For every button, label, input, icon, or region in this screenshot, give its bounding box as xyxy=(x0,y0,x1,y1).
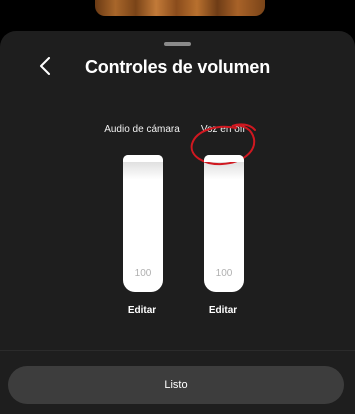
sheet-grabber-handle[interactable] xyxy=(164,42,191,46)
page-title: Controles de volumen xyxy=(84,57,271,77)
footer-divider xyxy=(0,350,355,351)
edit-voiceover-button[interactable]: Editar xyxy=(189,305,257,316)
channel-label: Voz en off xyxy=(200,124,246,135)
channel-label: Audio de cámara xyxy=(104,124,180,135)
slider-cap xyxy=(123,155,163,162)
volume-controls-sheet: Controles de volumen Audio de cámara 100… xyxy=(0,31,355,414)
edit-camera-audio-button[interactable]: Editar xyxy=(108,305,176,316)
slider-value: 100 xyxy=(215,268,233,279)
voiceover-volume-slider[interactable]: 100 xyxy=(204,155,244,292)
slider-cap xyxy=(204,155,244,162)
slider-value: 100 xyxy=(134,268,152,279)
camera-audio-volume-slider[interactable]: 100 xyxy=(123,155,163,292)
video-thumbnail xyxy=(95,0,265,16)
done-button[interactable]: Listo xyxy=(8,366,344,404)
